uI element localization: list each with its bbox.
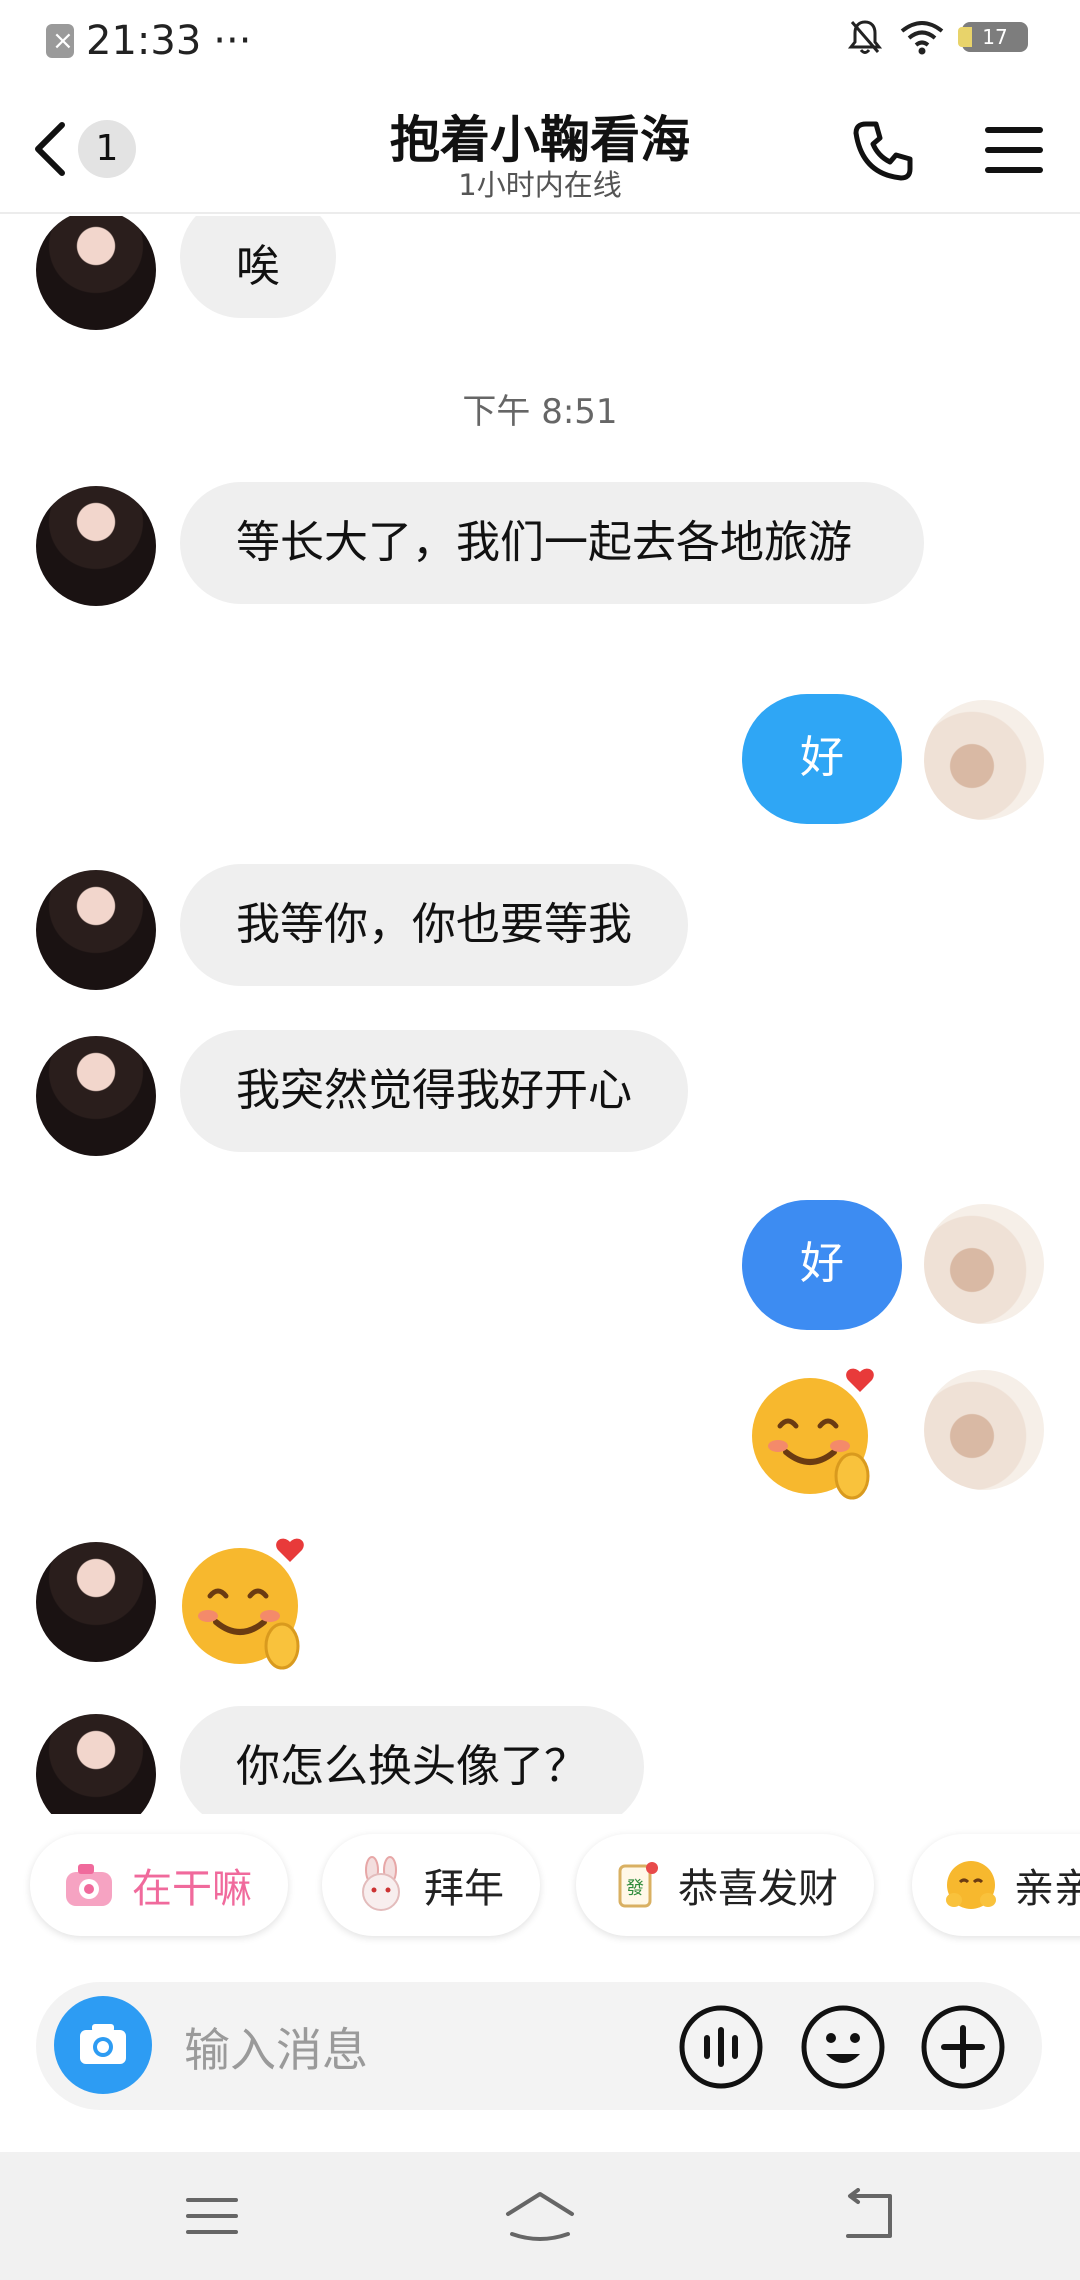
camera-sticker-icon: [66, 1864, 112, 1906]
svg-text:發: 發: [626, 1878, 644, 1899]
status-bar: 21:33 ··· 17: [0, 0, 1080, 86]
menu-icon[interactable]: [984, 120, 1044, 180]
contact-avatar[interactable]: [36, 216, 156, 330]
rabbit-icon: [362, 1856, 400, 1911]
back-nav-icon[interactable]: [840, 2188, 900, 2244]
emoji-icon[interactable]: [800, 2004, 886, 2090]
phone-call-icon[interactable]: [848, 116, 918, 186]
voice-message-icon[interactable]: [678, 2004, 764, 2090]
online-status: 1小时内在线: [458, 168, 622, 202]
hug-emoji-icon: [946, 1861, 996, 1909]
mute-bell-icon: [848, 20, 882, 54]
message-list[interactable]: 唉 下午 8:51 等长大了，我们一起去各地旅游 好 我等你，你也要等我 我突然…: [0, 216, 1080, 1814]
quick-phrase-label: 亲亲: [1014, 1866, 1080, 1912]
message-bubble-incoming[interactable]: 我突然觉得我好开心: [180, 1030, 688, 1152]
message-bubble-incoming[interactable]: 等长大了，我们一起去各地旅游: [180, 482, 924, 604]
quick-phrase-label: 恭喜发财: [678, 1866, 838, 1912]
quick-phrase-chip[interactable]: 在干嘛: [30, 1834, 288, 1936]
message-bubble-incoming[interactable]: 你怎么换头像了？: [180, 1706, 644, 1814]
wifi-icon: [900, 21, 944, 55]
message-input[interactable]: 输入消息: [184, 2014, 368, 2080]
contact-avatar[interactable]: [36, 1036, 156, 1156]
quick-phrase-label: 在干嘛: [132, 1866, 252, 1912]
my-avatar[interactable]: [924, 1370, 1044, 1490]
quick-phrase-chip[interactable]: 發 恭喜发财: [576, 1834, 874, 1936]
battery-icon: 17: [958, 22, 1028, 52]
camera-button[interactable]: [54, 1996, 152, 2094]
message-bubble-incoming[interactable]: 唉: [180, 216, 336, 318]
contact-avatar[interactable]: [36, 1542, 156, 1662]
chat-header: 1 抱着小鞠看海 1小时内在线: [0, 86, 1080, 214]
quick-phrase-chip[interactable]: 亲亲: [912, 1834, 1080, 1936]
quick-phrase-chip[interactable]: 拜年: [322, 1834, 540, 1936]
smiling-heart-emoji-icon[interactable]: [178, 1534, 318, 1674]
contact-avatar[interactable]: [36, 1714, 156, 1814]
message-bubble-outgoing[interactable]: 好: [742, 1200, 902, 1330]
my-avatar[interactable]: [924, 700, 1044, 820]
quick-phrase-bar: 在干嘛 拜年 發 恭喜发财 亲亲: [0, 1834, 1080, 1940]
my-avatar[interactable]: [924, 1204, 1044, 1324]
camera-icon: [80, 2024, 126, 2064]
contact-avatar[interactable]: [36, 486, 156, 606]
contact-avatar[interactable]: [36, 870, 156, 990]
message-bubble-incoming[interactable]: 我等你，你也要等我: [180, 864, 688, 986]
system-nav-bar: [0, 2152, 1080, 2280]
home-icon[interactable]: [504, 2188, 576, 2244]
add-icon[interactable]: [920, 2004, 1006, 2090]
status-more: ···: [213, 18, 252, 64]
quick-phrase-label: 拜年: [424, 1866, 504, 1912]
message-timestamp: 下午 8:51: [462, 392, 618, 432]
notification-icon: [46, 24, 74, 58]
mahjong-icon: 發: [618, 1862, 658, 1908]
message-input-bar: 输入消息: [36, 1982, 1042, 2110]
smiling-heart-emoji-icon[interactable]: [748, 1364, 888, 1504]
recent-apps-icon[interactable]: [182, 2188, 242, 2244]
status-time: 21:33: [86, 18, 202, 64]
message-bubble-outgoing[interactable]: 好: [742, 694, 902, 824]
